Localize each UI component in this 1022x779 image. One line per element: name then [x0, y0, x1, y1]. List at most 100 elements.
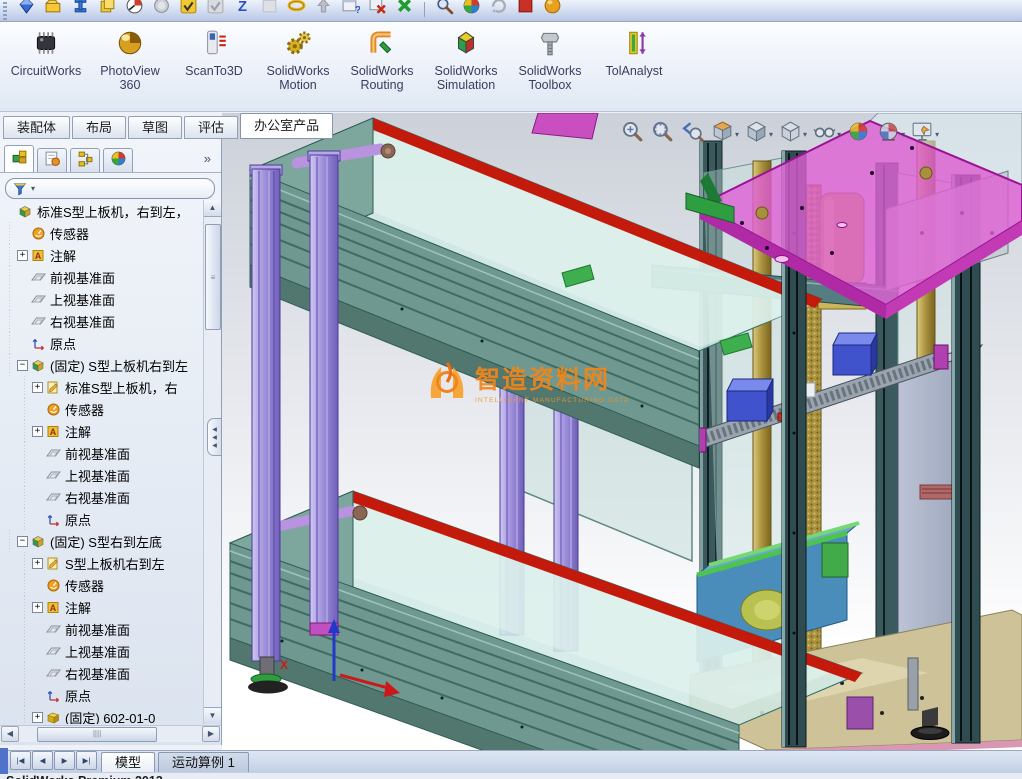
tree-item[interactable]: 原点 — [2, 684, 204, 706]
scroll-down-icon[interactable]: ▼ — [204, 707, 221, 724]
display-style-icon[interactable]: ▾ — [778, 119, 807, 149]
previous-view-icon[interactable] — [680, 119, 705, 149]
edit-appearance-icon[interactable] — [846, 119, 871, 149]
tree-item[interactable]: 右视基准面 — [2, 486, 204, 508]
dropdown-caret-icon[interactable]: ▾ — [901, 130, 905, 139]
tree-item[interactable]: 上视基准面 — [2, 464, 204, 486]
tree-item[interactable]: 上视基准面 — [2, 640, 204, 662]
ribbon-item-solidworks-routing[interactable]: SolidWorks Routing — [340, 27, 424, 94]
panel-collapse-handle[interactable]: ◀ ◀ ◀ — [207, 418, 221, 456]
tab-evaluate[interactable]: 评估 — [184, 116, 239, 139]
graphics-viewport[interactable]: X ▾ ▾ ▾ ▾ ▾ ▾ 智造资料网 INTELLIGENT MANUFACT… — [222, 113, 1022, 750]
horizontal-scroll-thumb[interactable]: |||| — [37, 726, 157, 742]
tree-item[interactable]: 右视基准面 — [2, 310, 204, 332]
nav-next-button[interactable]: ▶ — [54, 751, 75, 770]
view-orientation-icon[interactable]: ▾ — [744, 119, 773, 149]
ghost-icon[interactable] — [256, 0, 283, 21]
nav-last-button[interactable]: ▶| — [76, 751, 97, 770]
tree-vertical-scrollbar[interactable]: ▲ ≡ ▼ — [203, 200, 221, 724]
tree-item[interactable]: + A 注解 — [2, 244, 204, 266]
tree-item[interactable]: + S型上板机右到左 — [2, 552, 204, 574]
open-icon[interactable] — [40, 0, 67, 21]
tree-item[interactable]: 前视基准面 — [2, 442, 204, 464]
tree-item[interactable]: 右视基准面 — [2, 662, 204, 684]
tree-item[interactable]: 标准S型上板机，右到左， — [2, 200, 204, 222]
tab-office-products[interactable]: 办公室产品 — [240, 113, 334, 139]
zoom-area-icon[interactable] — [650, 119, 675, 149]
tree-expander-plus[interactable]: + — [32, 601, 43, 613]
ribbon-item-solidworks-simulation[interactable]: SolidWorks Simulation — [424, 27, 508, 94]
view-settings-icon[interactable]: ▾ — [910, 119, 939, 149]
tree-expander-minus[interactable]: − — [17, 359, 28, 371]
dropdown-caret-icon[interactable]: ▾ — [769, 130, 773, 139]
ribbon-item-solidworks-motion[interactable]: SolidWorks Motion — [256, 27, 340, 94]
panel-tabs-overflow[interactable]: » — [204, 151, 217, 172]
tree-item[interactable]: + 标准S型上板机，右 — [2, 376, 204, 398]
tree-item[interactable]: 前视基准面 — [2, 618, 204, 640]
toolbar-grip[interactable] — [3, 2, 7, 20]
tab-sketch[interactable]: 草图 — [128, 116, 183, 139]
help-window-icon[interactable]: ? — [337, 0, 364, 21]
tab-layout[interactable]: 布局 — [72, 116, 127, 139]
dropdown-caret-icon[interactable]: ▾ — [735, 130, 739, 139]
stop-red-icon[interactable] — [512, 0, 539, 21]
tree-expander-plus[interactable]: + — [17, 249, 28, 261]
arrow-up-icon[interactable] — [310, 0, 337, 21]
dropdown-caret-icon[interactable]: ▾ — [803, 130, 807, 139]
tree-item[interactable]: 传感器 — [2, 398, 204, 420]
zorder-icon[interactable]: Z — [229, 0, 256, 21]
zoom-fit-icon[interactable] — [620, 119, 645, 149]
render-ball-icon[interactable] — [458, 0, 485, 21]
close-window-icon[interactable] — [364, 0, 391, 21]
tree-item[interactable]: 上视基准面 — [2, 288, 204, 310]
filter-caret-icon[interactable]: ▾ — [31, 184, 35, 193]
mate-icon[interactable] — [67, 0, 94, 21]
scroll-left-icon[interactable]: ◀ — [1, 726, 19, 742]
vertical-scroll-thumb[interactable]: ≡ — [205, 224, 221, 330]
displaymanager-tab[interactable] — [103, 148, 133, 172]
hide-show-icon[interactable]: ▾ — [812, 119, 841, 149]
motion-study-tab[interactable]: 运动算例 1 — [158, 752, 249, 772]
ribbon-item-circuitworks[interactable]: CircuitWorks — [4, 27, 88, 79]
tree-expander-plus[interactable]: + — [32, 425, 43, 437]
exploded-view-icon[interactable] — [391, 0, 418, 21]
tree-item[interactable]: + A 注解 — [2, 420, 204, 442]
tree-item[interactable]: 原点 — [2, 332, 204, 354]
rotate-view-icon[interactable] — [485, 0, 512, 21]
tree-item[interactable]: 传感器 — [2, 574, 204, 596]
tree-item[interactable]: 原点 — [2, 508, 204, 530]
tree-item[interactable]: + (固定) 602-01-0 — [2, 706, 204, 724]
tree-filter-input[interactable]: ▾ — [5, 178, 215, 199]
nav-first-button[interactable]: |◀ — [10, 751, 31, 770]
ribbon-item-tolanalyst[interactable]: TolAnalyst — [592, 27, 676, 79]
apply-scene-icon[interactable]: ▾ — [876, 119, 905, 149]
ribbon-item-scanto3d[interactable]: ScanTo3D — [172, 27, 256, 79]
tree-item[interactable]: 前视基准面 — [2, 266, 204, 288]
tree-item[interactable]: 传感器 — [2, 222, 204, 244]
featuremanager-tab[interactable] — [4, 145, 34, 172]
coin-icon[interactable] — [148, 0, 175, 21]
configurationmanager-tab[interactable] — [70, 148, 100, 172]
tree-horizontal-scrollbar[interactable]: ◀ |||| ▶ — [0, 725, 221, 742]
check-yellow-icon[interactable] — [175, 0, 202, 21]
zoom-magnifier-icon[interactable] — [431, 0, 458, 21]
ribbon-item-solidworks-toolbox[interactable]: SolidWorks Toolbox — [508, 27, 592, 94]
ribbon-item-photoview-360[interactable]: PhotoView 360 — [88, 27, 172, 94]
tree-expander-plus[interactable]: + — [32, 381, 43, 393]
tree-expander-plus[interactable]: + — [32, 711, 43, 723]
insert-component-icon[interactable] — [94, 0, 121, 21]
check-gray-icon[interactable] — [202, 0, 229, 21]
gauge-icon[interactable] — [121, 0, 148, 21]
torus-icon[interactable] — [283, 0, 310, 21]
photoview-ball-icon[interactable] — [539, 0, 566, 21]
assembly-doc-icon[interactable] — [13, 0, 40, 21]
propertymanager-tab[interactable] — [37, 148, 67, 172]
scroll-right-icon[interactable]: ▶ — [202, 726, 220, 742]
scroll-up-icon[interactable]: ▲ — [204, 200, 221, 217]
model-tab[interactable]: 模型 — [101, 752, 156, 772]
tree-item[interactable]: − (固定) S型上板机右到左 — [2, 354, 204, 376]
section-view-icon[interactable]: ▾ — [710, 119, 739, 149]
tree-item[interactable]: − (固定) S型右到左底 — [2, 530, 204, 552]
dropdown-caret-icon[interactable]: ▾ — [837, 130, 841, 139]
tree-expander-minus[interactable]: − — [17, 535, 28, 547]
